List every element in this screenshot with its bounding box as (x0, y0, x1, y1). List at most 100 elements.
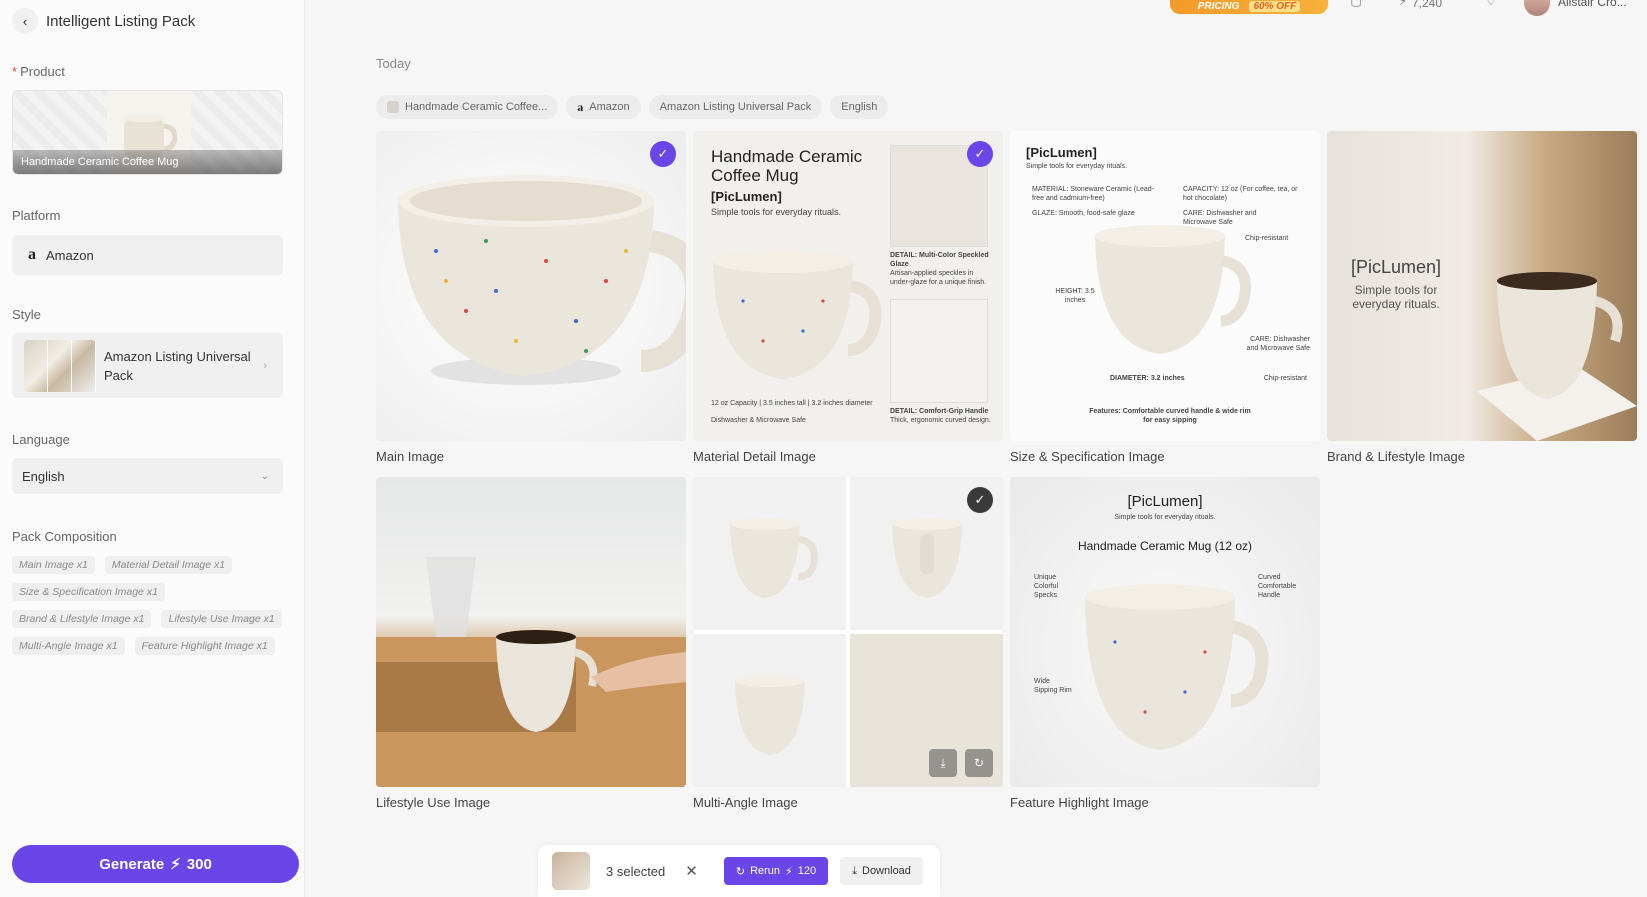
download-label: Download (862, 865, 911, 877)
amazon-logo-icon: a (577, 99, 584, 114)
selection-thumbnail (552, 852, 590, 890)
image-card-lifestyle[interactable] (376, 477, 686, 787)
mug-illustration (713, 249, 882, 379)
refresh-icon[interactable]: ↻ (965, 749, 993, 777)
image-card-multi-angle[interactable]: ✓ ⤓ ↻ (693, 477, 1003, 787)
tag-platform: a Amazon (566, 95, 641, 119)
style-select[interactable]: Amazon Listing Universal Pack › (12, 333, 283, 398)
rerun-label: Rerun (750, 865, 781, 877)
caption-multi-angle: Multi-Angle Image (693, 795, 798, 810)
style-label: Style (12, 307, 41, 322)
page-title: Intelligent Listing Pack (46, 12, 196, 30)
download-icon[interactable]: ⤓ (929, 749, 957, 777)
size-height: HEIGHT: 3.5 inches (1055, 288, 1095, 304)
chevron-left-icon: ‹ (22, 13, 28, 29)
add-tab-icon[interactable]: ▢ (1345, 0, 1367, 12)
composition-label: Pack Composition (12, 529, 117, 544)
required-marker: * (12, 64, 18, 79)
pricing-banner[interactable]: PRICING 60% OFF (1170, 0, 1328, 14)
generate-button[interactable]: Generate ⚡︎ 300 (12, 845, 299, 883)
caption-size: Size & Specification Image (1010, 449, 1165, 464)
multi-angle-grid (693, 477, 1003, 787)
platform-select[interactable]: a Amazon (12, 235, 283, 275)
image-card-main[interactable]: ✓ (376, 131, 686, 441)
generation-tags: Handmade Ceramic Coffee... a Amazon Amazo… (376, 95, 889, 119)
material-title: Handmade Ceramic Coffee Mug (711, 147, 863, 185)
language-label: Language (12, 432, 70, 447)
caption-material: Material Detail Image (693, 449, 816, 464)
caption-main: Main Image (376, 449, 444, 464)
tag-style: Amazon Listing Universal Pack (648, 95, 823, 119)
date-group-label: Today (376, 56, 411, 71)
chevron-right-icon: › (263, 359, 267, 372)
download-icon: ⤓ (852, 864, 857, 877)
caption-brand: Brand & Lifestyle Image (1327, 449, 1466, 464)
language-select[interactable]: English ⌄ (12, 458, 283, 494)
selected-check-icon[interactable]: ✓ (967, 141, 993, 167)
pricing-label: PRICING (1197, 0, 1240, 12)
back-button[interactable]: ‹ (12, 8, 38, 34)
image-card-feature[interactable]: [PicLumen] Simple tools for everyday rit… (1010, 477, 1320, 787)
feature-title: Handmade Ceramic Mug (12 oz) (1077, 539, 1253, 553)
feature-callout-handle: Curved Comfortable Handle (1258, 574, 1297, 599)
size-material: MATERIAL: Stoneware Ceramic (Lead-free a… (1032, 186, 1155, 202)
language-value: English (22, 468, 65, 484)
product-label: * Product (12, 64, 65, 79)
composition-chip: Feature Highlight Image x1 (134, 637, 275, 655)
download-button[interactable]: ⤓ Download (840, 857, 923, 885)
rerun-cost: 120 (797, 865, 817, 877)
image-card-brand[interactable]: [PicLumen] Simple tools for everyday rit… (1327, 131, 1637, 441)
composition-chip: Multi-Angle Image x1 (12, 637, 125, 655)
mug-icon (387, 101, 399, 113)
image-actions: ⤓ ↻ (929, 749, 993, 777)
brand-tagline: Simple tools for everyday rituals. (1352, 283, 1440, 311)
selected-check-icon[interactable]: ✓ (967, 487, 993, 513)
size-chip-bottom: Chip-resistant (1263, 375, 1307, 382)
composition-chip: Size & Specification Image x1 (12, 583, 165, 601)
product-card[interactable]: Handmade Ceramic Coffee Mug (12, 90, 283, 175)
platform-value: Amazon (46, 247, 94, 263)
material-specs: 12 oz Capacity | 3.5 inches tall | 3.2 i… (711, 400, 873, 407)
sidebar: ‹ Intelligent Listing Pack * Product Hand… (0, 0, 305, 897)
close-icon[interactable]: ✕ (685, 862, 698, 880)
sidebar-header: ‹ Intelligent Listing Pack (12, 6, 195, 36)
feature-brand: [PicLumen] (1127, 493, 1203, 510)
amazon-logo-icon: a (28, 246, 36, 263)
chevron-down-icon: ⌄ (260, 470, 269, 482)
generate-cost: 300 (186, 855, 212, 873)
material-detail1: DETAIL: Multi-Color Speckled Glaze Artisa… (890, 252, 989, 286)
selection-action-bar: 3 selected ✕ ↻ Rerun ⚡︎ 120 ⤓ Download (538, 845, 940, 897)
lifestyle-scene (376, 557, 686, 787)
caption-feature: Feature Highlight Image (1010, 795, 1149, 810)
feature-tagline: Simple tools for everyday rituals. (1114, 514, 1216, 521)
style-thumbnail (24, 339, 96, 392)
credits-count[interactable]: 7,240 (1412, 0, 1442, 10)
composition-list: Main Image x1 Material Detail Image x1 S… (12, 556, 292, 655)
lightning-icon: ⚡︎ (785, 865, 793, 878)
composition-chip: Brand & Lifestyle Image x1 (12, 610, 152, 628)
discount-badge: 60% OFF (1249, 0, 1301, 12)
platform-label: Platform (12, 208, 61, 223)
selected-check-icon[interactable]: ✓ (650, 141, 676, 167)
mug-illustration (1085, 584, 1269, 750)
material-tagline: Simple tools for everyday rituals. (711, 207, 842, 217)
username[interactable]: Alistair Cro... (1558, 0, 1627, 9)
feature-callout-specks: Unique Colorful Specks (1034, 574, 1059, 599)
image-card-material[interactable]: Handmade Ceramic Coffee Mug [PicLumen] S… (693, 131, 1003, 441)
avatar[interactable] (1524, 0, 1550, 16)
bell-icon[interactable]: ♢ (1480, 0, 1502, 12)
tag-product: Handmade Ceramic Coffee... (376, 95, 559, 119)
caption-lifestyle: Lifestyle Use Image (376, 795, 491, 810)
lightning-icon: ⚡︎ (1398, 0, 1408, 8)
image-card-size[interactable]: [PicLumen] Simple tools for everyday rit… (1010, 131, 1320, 441)
product-name: Handmade Ceramic Coffee Mug (13, 150, 282, 174)
material-washer: Dishwasher & Microwave Safe (711, 417, 806, 424)
mug-illustration (1477, 272, 1637, 441)
size-tagline: Simple tools for everyday rituals. (1026, 163, 1128, 170)
size-diameter: DIAMETER: 3.2 inches (1110, 375, 1185, 382)
handle-closeup (890, 299, 988, 403)
composition-chip: Material Detail Image x1 (104, 556, 233, 574)
composition-chip: Main Image x1 (12, 556, 95, 574)
material-detail2: DETAIL: Comfort-Grip Handle Thick, ergono… (890, 408, 991, 424)
rerun-button[interactable]: ↻ Rerun ⚡︎ 120 (723, 857, 829, 885)
